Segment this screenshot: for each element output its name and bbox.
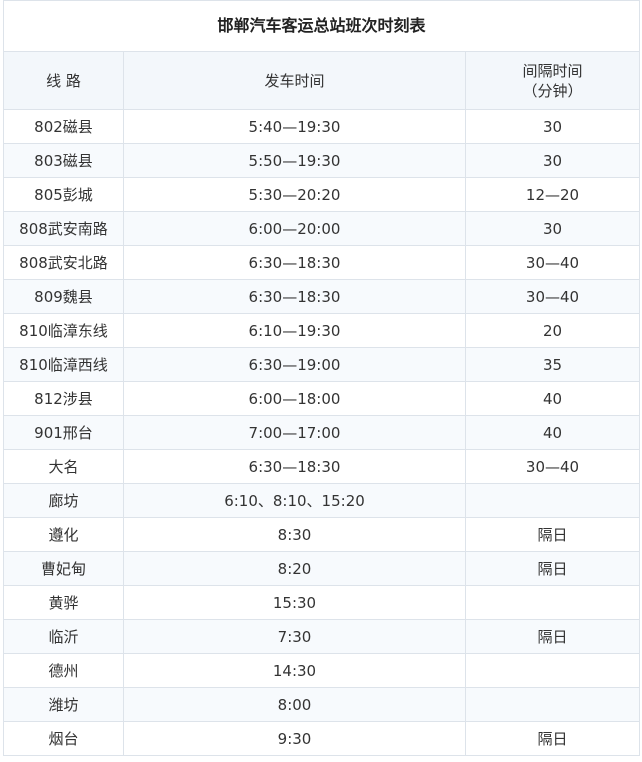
table-row: 临沂 7:30 隔日: [3, 619, 640, 654]
bus-timetable: 邯郸汽车客运总站班次时刻表 线 路 发车时间 间隔时间 （分钟） 802磁县 5:…: [3, 0, 640, 756]
cell-route: 德州: [3, 653, 124, 688]
cell-departure: 6:10、8:10、15:20: [123, 483, 466, 518]
table-row: 810临漳西线 6:30—19:00 35: [3, 347, 640, 382]
cell-route: 曹妃甸: [3, 551, 124, 586]
table-row: 遵化 8:30 隔日: [3, 517, 640, 552]
cell-interval: 12—20: [465, 177, 640, 212]
header-interval: 间隔时间 （分钟）: [465, 51, 640, 110]
table-row: 809魏县 6:30—18:30 30—40: [3, 279, 640, 314]
table-row: 烟台 9:30 隔日: [3, 721, 640, 756]
cell-interval: [465, 585, 640, 620]
cell-route: 809魏县: [3, 279, 124, 314]
cell-interval: 40: [465, 415, 640, 450]
cell-route: 802磁县: [3, 109, 124, 144]
cell-interval: 隔日: [465, 721, 640, 756]
table-row: 803磁县 5:50—19:30 30: [3, 143, 640, 178]
cell-interval: 隔日: [465, 619, 640, 654]
cell-route: 烟台: [3, 721, 124, 756]
cell-departure: 8:20: [123, 551, 466, 586]
table-title: 邯郸汽车客运总站班次时刻表: [3, 0, 640, 52]
header-row: 线 路 发车时间 间隔时间 （分钟）: [3, 51, 640, 110]
table-row: 曹妃甸 8:20 隔日: [3, 551, 640, 586]
cell-route: 808武安南路: [3, 211, 124, 246]
cell-departure: 5:30—20:20: [123, 177, 466, 212]
cell-interval: [465, 483, 640, 518]
cell-route: 810临漳西线: [3, 347, 124, 382]
cell-departure: 7:30: [123, 619, 466, 654]
table-row: 潍坊 8:00: [3, 687, 640, 722]
table-row: 808武安北路 6:30—18:30 30—40: [3, 245, 640, 280]
cell-route: 808武安北路: [3, 245, 124, 280]
cell-departure: 5:50—19:30: [123, 143, 466, 178]
title-row: 邯郸汽车客运总站班次时刻表: [3, 0, 640, 52]
cell-departure: 8:00: [123, 687, 466, 722]
cell-interval: 30—40: [465, 245, 640, 280]
cell-departure: 15:30: [123, 585, 466, 620]
cell-route: 803磁县: [3, 143, 124, 178]
cell-route: 潍坊: [3, 687, 124, 722]
cell-route: 廊坊: [3, 483, 124, 518]
cell-departure: 7:00—17:00: [123, 415, 466, 450]
table-row: 廊坊 6:10、8:10、15:20: [3, 483, 640, 518]
cell-route: 临沂: [3, 619, 124, 654]
cell-route: 805彭城: [3, 177, 124, 212]
table-row: 812涉县 6:00—18:00 40: [3, 381, 640, 416]
cell-interval: 隔日: [465, 517, 640, 552]
cell-departure: 9:30: [123, 721, 466, 756]
table-row: 德州 14:30: [3, 653, 640, 688]
cell-interval: 30: [465, 109, 640, 144]
cell-departure: 6:10—19:30: [123, 313, 466, 348]
cell-departure: 6:30—19:00: [123, 347, 466, 382]
cell-route: 812涉县: [3, 381, 124, 416]
cell-interval: [465, 687, 640, 722]
table-row: 802磁县 5:40—19:30 30: [3, 109, 640, 144]
cell-interval: 30: [465, 143, 640, 178]
cell-route: 大名: [3, 449, 124, 484]
cell-interval: 30—40: [465, 449, 640, 484]
table-row: 901邢台 7:00—17:00 40: [3, 415, 640, 450]
header-departure: 发车时间: [123, 51, 466, 110]
cell-interval: 30—40: [465, 279, 640, 314]
table-row: 黄骅 15:30: [3, 585, 640, 620]
cell-interval: 20: [465, 313, 640, 348]
cell-route: 黄骅: [3, 585, 124, 620]
table-row: 808武安南路 6:00—20:00 30: [3, 211, 640, 246]
cell-departure: 6:30—18:30: [123, 279, 466, 314]
cell-interval: 40: [465, 381, 640, 416]
cell-departure: 6:30—18:30: [123, 449, 466, 484]
cell-departure: 14:30: [123, 653, 466, 688]
cell-interval: [465, 653, 640, 688]
cell-route: 遵化: [3, 517, 124, 552]
cell-interval: 35: [465, 347, 640, 382]
table-row: 805彭城 5:30—20:20 12—20: [3, 177, 640, 212]
cell-departure: 5:40—19:30: [123, 109, 466, 144]
table-row: 810临漳东线 6:10—19:30 20: [3, 313, 640, 348]
cell-departure: 6:30—18:30: [123, 245, 466, 280]
cell-interval: 隔日: [465, 551, 640, 586]
cell-departure: 8:30: [123, 517, 466, 552]
cell-departure: 6:00—18:00: [123, 381, 466, 416]
cell-route: 901邢台: [3, 415, 124, 450]
table-row: 大名 6:30—18:30 30—40: [3, 449, 640, 484]
header-route: 线 路: [3, 51, 124, 110]
timetable-container: 邯郸汽车客运总站班次时刻表 线 路 发车时间 间隔时间 （分钟） 802磁县 5:…: [3, 0, 640, 756]
cell-interval: 30: [465, 211, 640, 246]
cell-departure: 6:00—20:00: [123, 211, 466, 246]
cell-route: 810临漳东线: [3, 313, 124, 348]
